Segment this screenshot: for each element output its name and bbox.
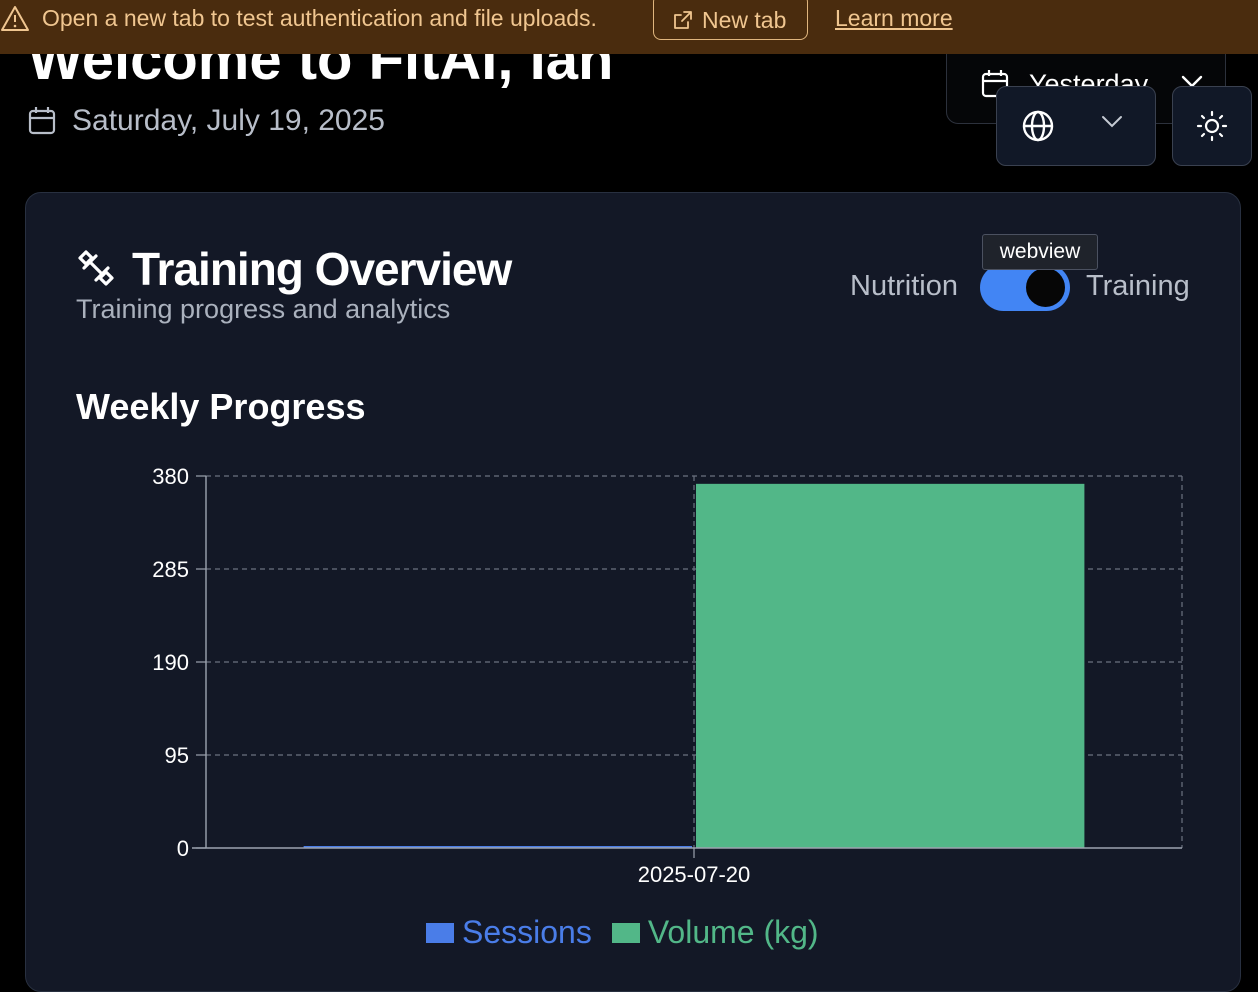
sun-icon xyxy=(1196,110,1228,142)
y-tick-label: 0 xyxy=(177,836,189,861)
legend-label-sessions: Sessions xyxy=(462,914,592,950)
chevron-down-icon xyxy=(1102,116,1122,128)
legend-swatch-sessions xyxy=(426,922,454,943)
external-link-icon xyxy=(674,11,692,29)
new-tab-label: New tab xyxy=(702,6,787,33)
y-tick-label: 190 xyxy=(152,650,189,675)
webview-tooltip: webview xyxy=(982,234,1098,270)
y-tick-label: 285 xyxy=(152,557,189,582)
legend-item-sessions[interactable]: Sessions xyxy=(426,914,592,951)
y-tick-label: 95 xyxy=(165,743,189,768)
warning-banner: Open a new tab to test authentication an… xyxy=(0,0,1258,54)
bar-volume-kg xyxy=(696,483,1085,848)
warning-icon xyxy=(0,5,30,33)
globe-icon xyxy=(1022,110,1054,142)
y-tick-label: 380 xyxy=(152,464,189,489)
new-tab-button[interactable]: New tab xyxy=(653,0,808,40)
banner-message: Open a new tab to test authentication an… xyxy=(42,5,597,31)
legend-item-volume[interactable]: Volume (kg) xyxy=(611,914,819,951)
x-tick-label: 2025-07-20 xyxy=(638,862,751,887)
chart-legend: Sessions Volume (kg) xyxy=(426,914,839,951)
legend-swatch-volume xyxy=(611,922,640,943)
legend-label-volume: Volume (kg) xyxy=(647,914,819,950)
learn-more-link[interactable]: Learn more xyxy=(835,5,953,31)
language-select[interactable] xyxy=(996,86,1156,166)
theme-toggle-button[interactable] xyxy=(1172,86,1252,166)
